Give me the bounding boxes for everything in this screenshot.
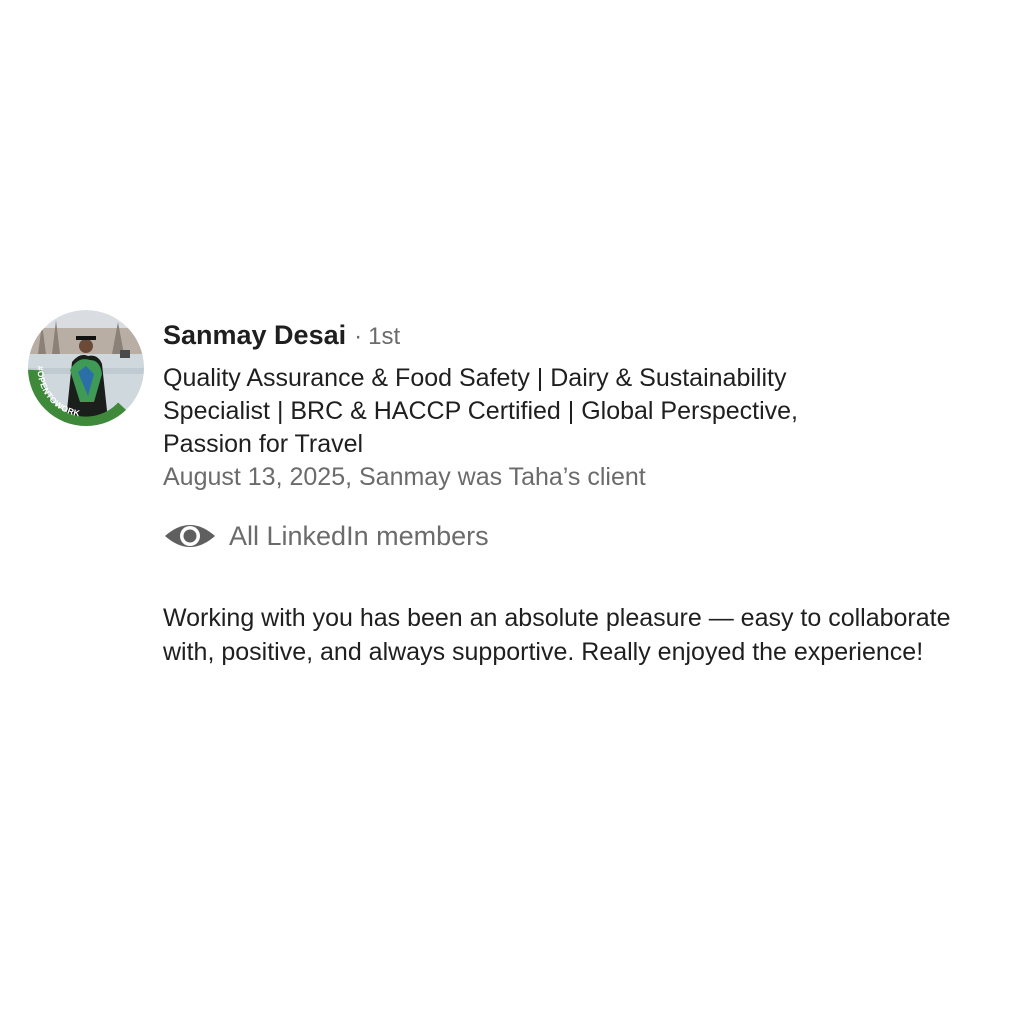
- recommendation-card: #OPENTOWORK Sanmay Desai · 1st Quality A…: [0, 0, 1024, 1024]
- eye-icon: [165, 525, 215, 547]
- name-row: Sanmay Desai · 1st: [163, 320, 983, 360]
- author-info: Sanmay Desai · 1st Quality Assurance & F…: [163, 320, 983, 494]
- visibility-label: All LinkedIn members: [229, 520, 489, 551]
- recommendation-meta: August 13, 2025, Sanmay was Taha’s clien…: [163, 463, 646, 491]
- visibility-indicator: All LinkedIn members: [163, 516, 489, 556]
- author-headline: Quality Assurance & Food Safety | Dairy …: [163, 364, 798, 458]
- connection-degree: 1st: [368, 323, 401, 350]
- author-name[interactable]: Sanmay Desai: [163, 320, 346, 351]
- avatar[interactable]: #OPENTOWORK: [28, 310, 144, 426]
- avatar-photo: #OPENTOWORK: [28, 310, 144, 426]
- separator-dot: ·: [354, 323, 363, 350]
- recommendation-text: Working with you has been an absolute pl…: [163, 604, 951, 666]
